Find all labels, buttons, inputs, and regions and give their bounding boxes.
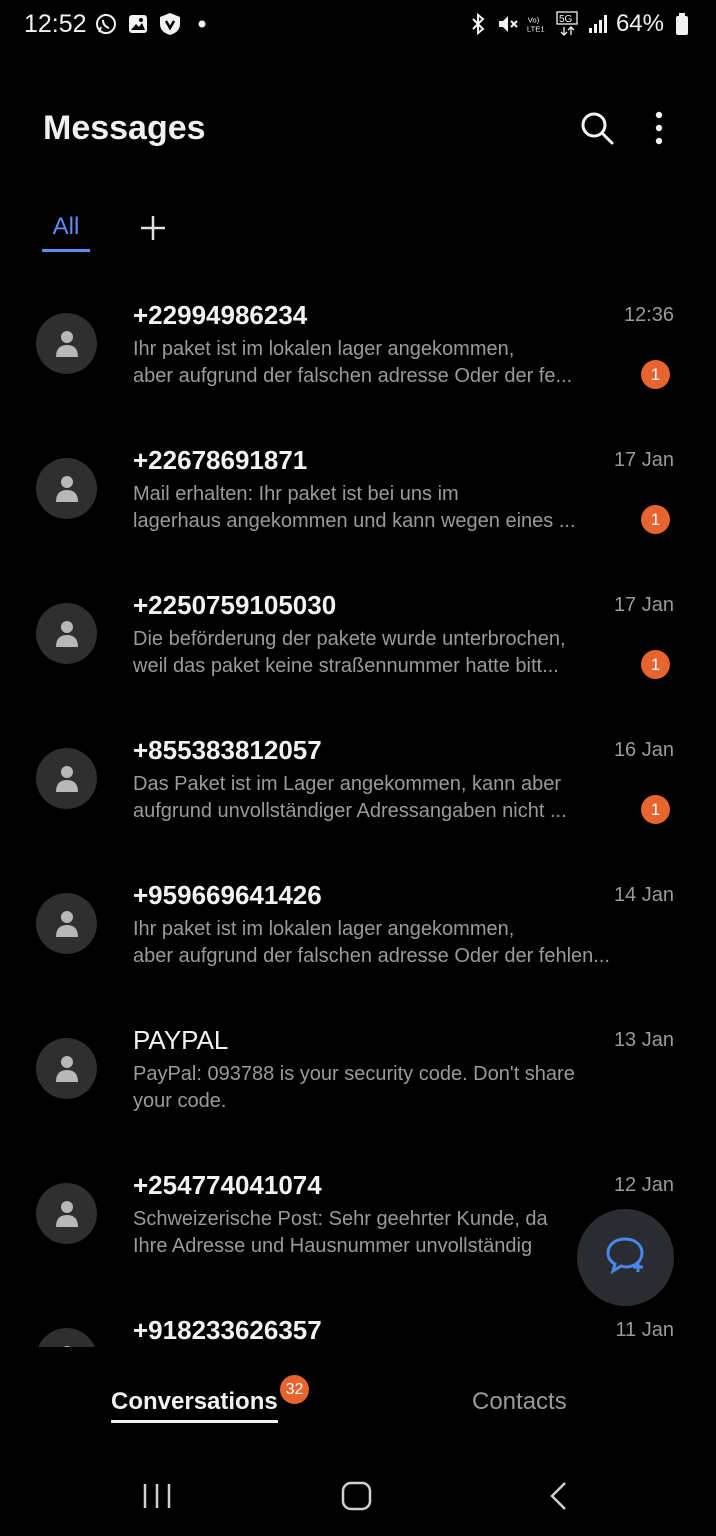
conversation-row[interactable]: +855383812057 16 Jan Das Paket ist im La… bbox=[0, 705, 716, 850]
preview-line: Die beförderung der pakete wurde unterbr… bbox=[133, 628, 566, 650]
status-bar: 12:52 Vo) LTE1 5G 64% bbox=[0, 0, 716, 54]
conversation-list: +22994986234 12:36 Ihr paket ist im loka… bbox=[0, 270, 716, 1347]
home-icon[interactable] bbox=[340, 1480, 374, 1512]
status-notification-icons bbox=[94, 12, 214, 36]
message-date: 17 Jan bbox=[613, 449, 674, 471]
gallery-icon bbox=[126, 12, 150, 36]
preview-line: Mail erhalten: Ihr paket ist bei uns im bbox=[133, 483, 459, 505]
signal-icon bbox=[586, 12, 610, 36]
new-message-button[interactable] bbox=[577, 1209, 674, 1306]
message-date: 13 Jan bbox=[613, 1029, 674, 1051]
status-system-icons: Vo) LTE1 5G 64% bbox=[466, 10, 694, 38]
preview-line: Ihr paket ist im lokalen lager angekomme… bbox=[133, 918, 515, 940]
search-icon[interactable] bbox=[578, 109, 616, 147]
sender-name: +855383812057 bbox=[133, 735, 322, 765]
avatar[interactable] bbox=[36, 893, 97, 954]
sender-name: +22994986234 bbox=[133, 300, 308, 330]
volte-icon: Vo) LTE1 bbox=[526, 12, 550, 36]
svg-text:LTE1: LTE1 bbox=[527, 25, 545, 34]
conversation-row[interactable]: +959669641426 14 Jan Ihr paket ist im lo… bbox=[0, 850, 716, 995]
avatar[interactable] bbox=[36, 1328, 97, 1347]
sender-name: +959669641426 bbox=[133, 880, 322, 910]
avatar[interactable] bbox=[36, 1038, 97, 1099]
page-title: Messages bbox=[43, 109, 206, 147]
svg-text:Vo): Vo) bbox=[528, 15, 540, 24]
more-vertical-icon[interactable] bbox=[644, 109, 674, 147]
message-preview: Ihr paket ist im lokalen lager angekomme… bbox=[133, 916, 668, 970]
message-preview: Mail erhalten: Ihr paket ist bei uns im … bbox=[133, 481, 623, 535]
message-date: 14 Jan bbox=[613, 884, 674, 906]
message-date: 17 Jan bbox=[613, 594, 674, 616]
mute-icon bbox=[496, 12, 520, 36]
category-tabs: All bbox=[0, 205, 716, 255]
preview-line: weil das paket keine straßennummer hatte… bbox=[133, 655, 559, 677]
unread-badge: 1 bbox=[641, 650, 670, 679]
5g-icon: 5G bbox=[556, 11, 580, 36]
tab-all[interactable]: All bbox=[42, 213, 90, 252]
shield-app-icon bbox=[158, 12, 182, 36]
preview-line: PayPal: 093788 is your security code. Do… bbox=[133, 1063, 575, 1085]
message-preview: Die beförderung der pakete wurde unterbr… bbox=[133, 626, 623, 680]
sender-name: +2250759105030 bbox=[133, 590, 337, 620]
message-preview: Das Paket ist im Lager angekommen, kann … bbox=[133, 771, 623, 825]
avatar[interactable] bbox=[36, 458, 97, 519]
avatar[interactable] bbox=[36, 748, 97, 809]
message-date: 16 Jan bbox=[613, 739, 674, 761]
preview-line: aber aufgrund der falschen adresse Oder … bbox=[133, 365, 573, 387]
unread-badge: 1 bbox=[641, 795, 670, 824]
unread-badge: 1 bbox=[641, 505, 670, 534]
conversation-row[interactable]: +22994986234 12:36 Ihr paket ist im loka… bbox=[0, 270, 716, 415]
preview-line: Ihr paket ist im lokalen lager angekomme… bbox=[133, 338, 515, 360]
message-date: 12:36 bbox=[623, 304, 674, 326]
app-header: Messages bbox=[0, 95, 716, 165]
preview-line: lagerhaus angekommen und kann wegen eine… bbox=[133, 510, 576, 532]
message-date: 11 Jan bbox=[615, 1319, 674, 1341]
conversations-count-badge: 32 bbox=[280, 1375, 309, 1404]
battery-icon bbox=[670, 12, 694, 36]
status-time: 12:52 bbox=[24, 10, 87, 38]
conversation-row[interactable]: +2250759105030 17 Jan Die beförderung de… bbox=[0, 560, 716, 705]
preview-line: aufgrund unvollständiger Adressangaben n… bbox=[133, 800, 567, 822]
avatar[interactable] bbox=[36, 1183, 97, 1244]
message-preview: PayPal: 093788 is your security code. Do… bbox=[133, 1061, 668, 1115]
dot-icon bbox=[190, 12, 214, 36]
sender-name: +22678691871 bbox=[133, 445, 308, 475]
conversation-row[interactable]: PAYPAL 13 Jan PayPal: 093788 is your sec… bbox=[0, 995, 716, 1140]
sender-name: +254774041074 bbox=[133, 1170, 322, 1200]
recents-icon[interactable] bbox=[141, 1482, 173, 1510]
bottom-tabs: Conversations 32 Contacts bbox=[0, 1360, 716, 1440]
system-nav-bar bbox=[0, 1460, 716, 1536]
avatar[interactable] bbox=[36, 603, 97, 664]
avatar[interactable] bbox=[36, 313, 97, 374]
sender-name: PAYPAL bbox=[133, 1025, 229, 1055]
svg-text:5G: 5G bbox=[559, 14, 573, 25]
message-date: 12 Jan bbox=[613, 1174, 674, 1196]
tab-conversations[interactable]: Conversations bbox=[111, 1388, 278, 1423]
tab-contacts[interactable]: Contacts bbox=[472, 1388, 567, 1416]
bluetooth-icon bbox=[466, 12, 490, 36]
message-preview: Ihr paket ist im lokalen lager angekomme… bbox=[133, 336, 623, 390]
battery-percent: 64% bbox=[615, 10, 664, 37]
sender-name: +918233626357 bbox=[133, 1315, 322, 1345]
unread-badge: 1 bbox=[641, 360, 670, 389]
whatsapp-icon bbox=[94, 12, 118, 36]
preview-line: Das Paket ist im Lager angekommen, kann … bbox=[133, 773, 561, 795]
preview-line: your code. bbox=[133, 1090, 227, 1112]
new-message-icon bbox=[605, 1235, 647, 1280]
plus-icon[interactable] bbox=[138, 213, 168, 243]
conversation-row[interactable]: +22678691871 17 Jan Mail erhalten: Ihr p… bbox=[0, 415, 716, 560]
back-icon[interactable] bbox=[545, 1480, 571, 1512]
preview-line: aber aufgrund der falschen adresse Oder … bbox=[133, 945, 610, 967]
